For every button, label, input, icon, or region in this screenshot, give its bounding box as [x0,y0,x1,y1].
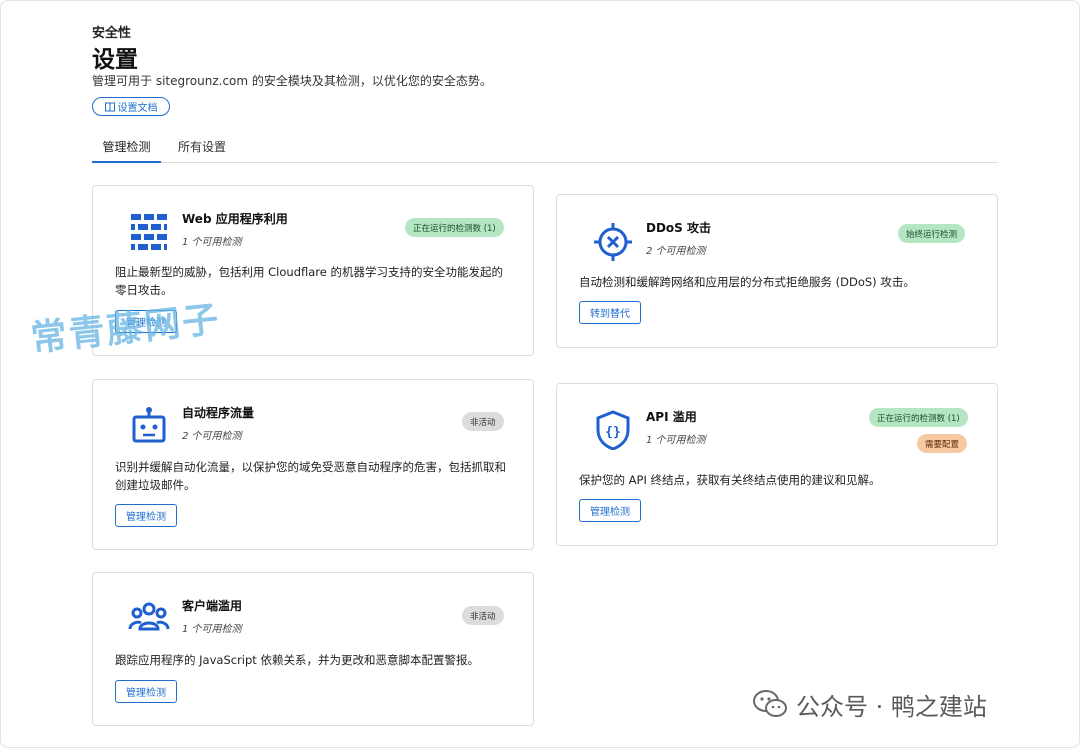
status-badge: 正在运行的检测数 (1) [869,408,968,427]
tab-manage-detections[interactable]: 管理检测 [92,132,161,163]
breadcrumb: 安全性 [92,26,132,41]
manage-detections-button[interactable]: 管理检测 [579,499,641,522]
card-api-abuse: {} API 滥用 1 个可用检测 正在运行的检测数 (1) 需要配置 保护您的… [556,383,998,546]
detection-count: 1 个可用检测 [182,624,242,635]
crosshair-x-icon [594,223,632,261]
svg-text:{}: {} [605,425,621,440]
card-description: 识别并缓解自动化流量，以保护您的域免受恶意自动程序的危害，包括抓取和 创建垃圾邮… [115,460,506,492]
detection-count: 1 个可用检测 [182,237,242,248]
footer-text: 公众号 · 鸭之建站 [796,692,987,721]
card-description: 自动检测和缓解跨网络和应用层的分布式拒绝服务 (DDoS) 攻击。 [579,275,915,289]
docs-button[interactable]: 设置文档 [92,97,170,116]
manage-detections-button[interactable]: 管理检测 [115,504,177,527]
detection-count: 1 个可用检测 [646,435,706,446]
config-required-badge: 需要配置 [917,434,968,453]
card-title: 客户端滥用 [182,599,243,613]
brick-wall-icon [131,214,167,250]
docs-button-label: 设置文档 [117,103,158,114]
book-icon [104,102,115,111]
users-group-icon [128,602,170,631]
status-badge: 正在运行的检测数 (1) [405,218,504,237]
card-description: 跟踪应用程序的 JavaScript 依赖关系，并为更改和恶意脚本配置警报。 [115,653,479,667]
page-subtitle: 管理可用于 sitegrounz.com 的安全模块及其检测，以优化您的安全态势… [92,74,492,88]
manage-detections-button[interactable]: 管理检测 [115,680,177,703]
wechat-icon [753,690,787,717]
status-badge: 非活动 [462,606,504,625]
page-title: 设置 [92,47,138,73]
tab-bar: 管理检测 所有设置 [92,132,998,163]
card-title: API 滥用 [646,410,697,424]
detection-count: 2 个可用检测 [646,246,706,257]
footer-watermark: 公众号 · 鸭之建站 [752,686,987,722]
robot-icon [132,407,166,443]
card-title: Web 应用程序利用 [182,212,288,226]
tab-all-settings[interactable]: 所有设置 [172,132,232,163]
shield-braces-icon: {} [596,410,630,450]
card-ddos: DDoS 攻击 2 个可用检测 始终运行检测 自动检测和缓解跨网络和应用层的分布… [556,194,998,348]
status-badge: 非活动 [462,412,504,431]
card-client-side-abuse: 客户端滥用 1 个可用检测 非活动 跟踪应用程序的 JavaScript 依赖关… [92,572,534,726]
card-title: DDoS 攻击 [646,221,711,235]
status-badge: 始终运行检测 [898,224,966,243]
go-to-override-button[interactable]: 转到替代 [579,301,641,324]
detection-count: 2 个可用检测 [182,431,242,442]
card-bot-traffic: 自动程序流量 2 个可用检测 非活动 识别并缓解自动化流量，以保护您的域免受恶意… [92,379,534,550]
card-description: 保护您的 API 终结点，获取有关终结点使用的建议和见解。 [579,473,881,487]
card-title: 自动程序流量 [182,406,255,420]
